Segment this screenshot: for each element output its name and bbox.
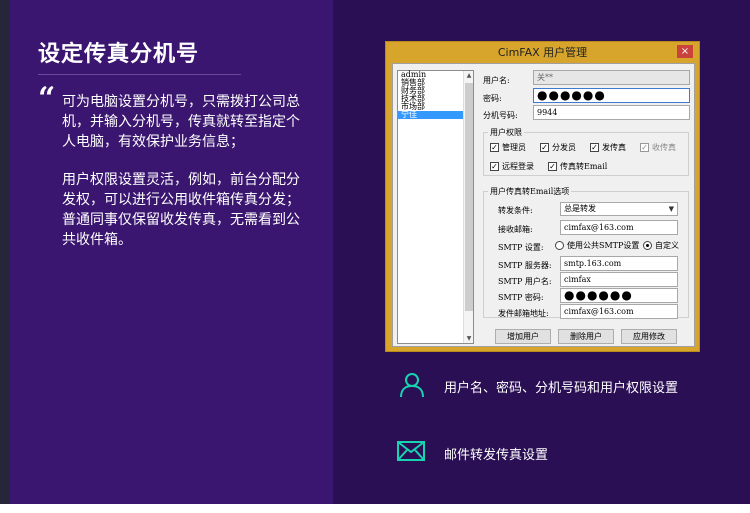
smtp-user-field[interactable]: cimfax	[560, 272, 678, 287]
permission-fax-to-email-checkbox[interactable]: ✓ 传真转Email	[548, 161, 607, 172]
permissions-group-title: 用户权限	[488, 127, 524, 138]
permission-admin-checkbox[interactable]: ✓ 管理员	[490, 142, 526, 153]
list-scrollbar[interactable]: ▲ ▼	[463, 71, 473, 343]
description-paragraph-1: 可为电脑设置分机号，只需拨打公司总机，并输入分机号，传真就转至指定个人电脑，有效…	[62, 94, 300, 150]
chevron-down-icon: ▼	[668, 205, 674, 213]
permission-distributor-checkbox[interactable]: ✓ 分发员	[540, 142, 576, 153]
sender-mail-label: 发件邮箱地址:	[498, 309, 549, 318]
smtp-password-field[interactable]: ●●●●●●	[560, 288, 678, 303]
extension-field[interactable]: 9944	[533, 105, 690, 120]
page-title: 设定传真分机号	[38, 42, 200, 67]
checkmark-icon: ✓	[640, 143, 649, 152]
checkmark-icon: ✓	[590, 143, 599, 152]
checkmark-icon: ✓	[540, 143, 549, 152]
checkmark-icon: ✓	[490, 162, 499, 171]
sender-mail-field[interactable]: cimfax@163.com	[560, 304, 678, 319]
username-label: 用户名:	[483, 76, 510, 85]
radio-icon	[555, 241, 564, 250]
scroll-up-icon[interactable]: ▲	[464, 72, 474, 79]
receive-mail-field[interactable]: cimfax@163.com	[560, 220, 678, 235]
smtp-custom-radio[interactable]: 自定义	[643, 240, 679, 251]
forward-condition-select[interactable]: 总是转发 ▼	[560, 202, 678, 216]
checkmark-icon: ✓	[490, 143, 499, 152]
left-panel	[0, 0, 333, 504]
scroll-thumb[interactable]	[465, 83, 473, 311]
close-button[interactable]: ×	[677, 45, 693, 58]
apply-changes-button[interactable]: 应用修改	[621, 329, 677, 344]
user-list[interactable]: admin 销售部 财务部 技术部 市场部 宁佳 ▲ ▼	[397, 70, 474, 344]
permission-remote-login-checkbox[interactable]: ✓ 远程登录	[490, 161, 534, 172]
feature-email-forward-label: 邮件转发传真设置	[444, 448, 549, 463]
password-label: 密码:	[483, 94, 502, 103]
password-field[interactable]: ●●●●●●	[533, 88, 690, 103]
window-body: admin 销售部 财务部 技术部 市场部 宁佳 ▲ ▼ 用户名: 关** 密码…	[392, 63, 695, 347]
smtp-public-radio[interactable]: 使用公共SMTP设置	[555, 240, 639, 251]
user-icon	[400, 373, 424, 398]
title-divider	[38, 74, 241, 75]
smtp-server-field[interactable]: smtp.163.com	[560, 256, 678, 271]
smtp-setting-label: SMTP 设置:	[498, 243, 544, 252]
email-options-group-title: 用户传真转Email选项	[488, 186, 572, 197]
delete-user-button[interactable]: 删除用户	[558, 329, 614, 344]
smtp-user-label: SMTP 用户名:	[498, 277, 552, 286]
extension-label: 分机号码:	[483, 111, 518, 120]
quote-mark: “	[38, 81, 56, 116]
add-user-button[interactable]: 增加用户	[495, 329, 551, 344]
feature-user-settings-label: 用户名、密码、分机号码和用户权限设置	[444, 381, 679, 396]
smtp-server-label: SMTP 服务器:	[498, 261, 552, 270]
receive-mail-label: 接收邮箱:	[498, 225, 533, 234]
smtp-password-label: SMTP 密码:	[498, 293, 544, 302]
window-title: CimFAX 用户管理	[497, 46, 588, 59]
permission-receive-fax-checkbox: ✓ 收传真	[640, 143, 676, 152]
checkmark-icon: ✓	[548, 162, 557, 171]
radio-selected-icon	[643, 241, 652, 250]
description-paragraph-2: 用户权限设置灵活，例如，前台分配分发权，可以进行公用收件箱传真分发；普通同事仅保…	[62, 172, 300, 248]
user-management-window: CimFAX 用户管理 × admin 销售部 财务部 技术部 市场部 宁佳 ▲…	[385, 41, 700, 352]
permission-send-fax-checkbox[interactable]: ✓ 发传真	[590, 142, 626, 153]
forward-condition-label: 转发条件:	[498, 206, 533, 215]
list-item-selected[interactable]: 宁佳	[398, 111, 473, 119]
username-field[interactable]: 关**	[533, 70, 690, 85]
envelope-icon	[397, 441, 425, 461]
left-edge-strip	[0, 0, 10, 504]
scroll-down-icon[interactable]: ▼	[464, 335, 474, 342]
